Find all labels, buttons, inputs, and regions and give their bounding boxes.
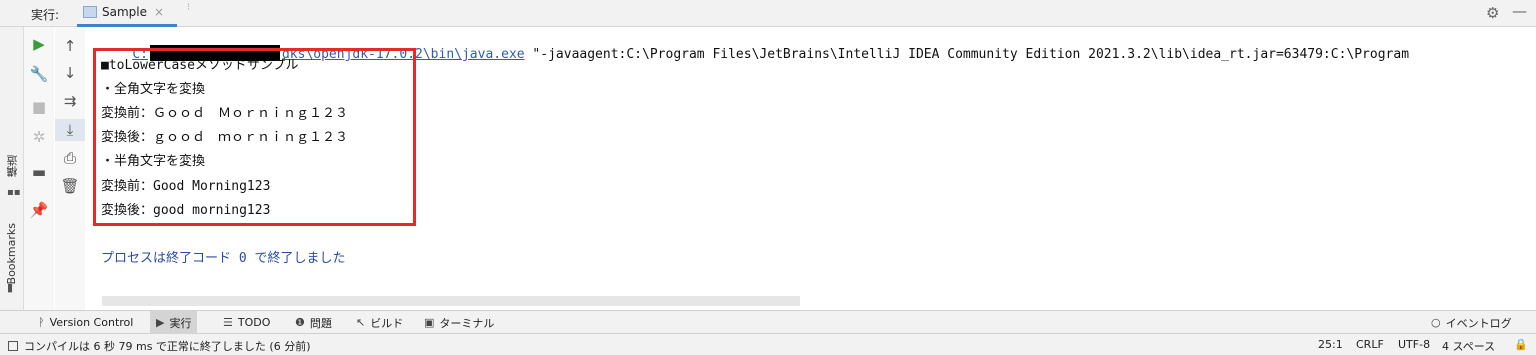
caret-position[interactable]: 25:1 <box>1318 338 1343 351</box>
print-icon[interactable]: ⎙ <box>55 147 85 169</box>
todo-icon: ☰ <box>223 316 233 329</box>
highlight-box <box>93 48 416 226</box>
console-icon <box>83 6 97 18</box>
structure-tool-button[interactable]: 構造 <box>5 155 21 177</box>
tab-sample-label: Sample <box>102 5 147 19</box>
more-tabs-icon[interactable]: ⁝ <box>187 2 190 13</box>
build-icon: ↖ <box>356 316 366 329</box>
terminal-icon: ▣ <box>424 316 435 329</box>
status-bar: コンパイルは 6 秒 79 ms で正常に終了しました (6 分前) 25:1 … <box>0 334 1536 355</box>
status-toggle-icon <box>8 341 18 351</box>
bookmarks-label: Bookmarks <box>5 223 18 285</box>
hide-icon[interactable]: — <box>1512 2 1527 20</box>
down-arrow-icon[interactable]: ↓ <box>55 62 85 84</box>
tool-window-bar: ᚹ Version Control ▶ 実行 ☰ TODO ❶ 問題 ↖ ビルド… <box>0 310 1536 334</box>
tool-problems[interactable]: ❶ 問題 <box>289 311 338 334</box>
rerun-icon[interactable]: ▶ <box>24 33 54 55</box>
status-message[interactable]: コンパイルは 6 秒 79 ms で正常に終了しました (6 分前) <box>8 338 311 354</box>
file-encoding[interactable]: UTF-8 <box>1398 338 1430 351</box>
console-actions-column: ↑ ↓ ⇉ ⤓ ⎙ 🗑 <box>55 27 85 310</box>
left-tool-strip: 構造 ▪▪ Bookmarks ▮ <box>0 27 24 310</box>
tool-terminal[interactable]: ▣ ターミナル <box>418 311 500 334</box>
run-icon: ▶ <box>156 316 165 329</box>
run-label: 実行: <box>31 8 60 22</box>
tool-run[interactable]: ▶ 実行 <box>150 311 198 334</box>
version-control-icon: ᚹ <box>38 316 45 329</box>
tool-build[interactable]: ↖ ビルド <box>350 311 409 334</box>
problems-icon: ❶ <box>295 316 305 329</box>
line-separator[interactable]: CRLF <box>1356 338 1384 351</box>
exit-message: プロセスは終了コード 0 で終了しました <box>101 251 346 266</box>
close-tab-icon[interactable]: × <box>154 5 164 19</box>
tool-todo[interactable]: ☰ TODO <box>217 311 276 334</box>
horizontal-scrollbar[interactable] <box>102 296 800 306</box>
tool-event-log[interactable]: ○ イベントログ <box>1425 311 1518 334</box>
run-toolwindow-header: 実行: Sample × ⁝ ⚙ — <box>0 0 1536 27</box>
bookmarks-tool-button[interactable]: Bookmarks <box>5 223 18 284</box>
bookmark-icon: ▮ <box>7 281 14 294</box>
debug-icon[interactable]: ✲ <box>24 126 54 148</box>
run-actions-column: ▶ 🔧 ■ ✲ ▬ 📌 <box>24 27 54 310</box>
wrench-icon[interactable]: 🔧 <box>24 63 54 85</box>
structure-label: 構造 <box>6 155 19 177</box>
lock-icon[interactable]: 🔒 <box>1514 338 1528 351</box>
scroll-to-end-icon[interactable]: ⤓ <box>55 119 85 141</box>
tool-version-control[interactable]: ᚹ Version Control <box>32 311 139 334</box>
trash-icon[interactable]: 🗑 <box>55 175 85 197</box>
tab-sample[interactable]: Sample × <box>77 0 177 27</box>
stop-icon[interactable]: ■ <box>24 96 54 118</box>
gear-icon[interactable]: ⚙ <box>1486 4 1499 22</box>
structure-icon: ▪▪ <box>7 187 21 198</box>
pin-icon[interactable]: 📌 <box>24 199 54 221</box>
command-args: "-javaagent:C:\Program Files\JetBrains\I… <box>524 47 1410 62</box>
indent-setting[interactable]: 4 スペース <box>1442 338 1495 354</box>
event-log-icon: ○ <box>1431 316 1441 329</box>
soft-wrap-icon[interactable]: ⇉ <box>55 90 85 112</box>
up-arrow-icon[interactable]: ↑ <box>55 35 85 57</box>
layout-icon[interactable]: ▬ <box>24 161 54 183</box>
